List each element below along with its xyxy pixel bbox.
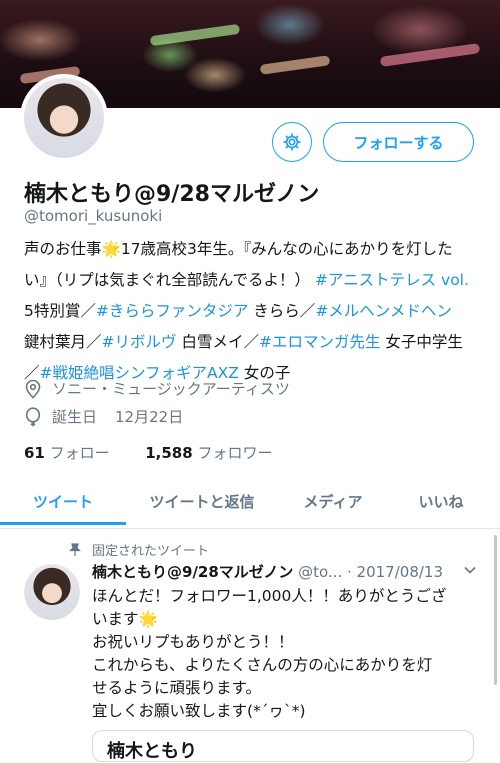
star-icon: 🌟	[138, 610, 158, 628]
profile-bio: 声のお仕事🌟17歳高校3年生。『みんなの心にあかりを灯した い』（リプは気まぐれ…	[24, 234, 484, 389]
profile-location: ソニー・ミュージックアーティスツ	[24, 378, 290, 399]
profile-handle: @tomori_kusunoki	[24, 207, 163, 225]
tweet-header: 楠木ともり@9/28マルゼノン @to... · 2017/08/13	[92, 561, 492, 582]
hashtag-link[interactable]: #きららファンタジア	[96, 302, 249, 320]
following-count: 61	[24, 444, 45, 462]
chevron-down-icon[interactable]	[462, 562, 478, 578]
pinned-label: 固定されたツイート	[92, 544, 210, 559]
profile-avatar[interactable]	[20, 74, 108, 162]
scrollbar[interactable]	[494, 535, 497, 685]
follow-button[interactable]: フォローする	[323, 122, 474, 162]
pin-icon	[69, 542, 81, 556]
hashtag-link[interactable]: #エロマンガ先生	[259, 333, 381, 351]
tab-tweets[interactable]: ツイート	[0, 476, 126, 526]
followers-count: 1,588	[145, 444, 193, 462]
birthday-value: 12月22日	[115, 408, 184, 426]
bio-text: きらら／	[248, 302, 316, 320]
settings-button[interactable]	[272, 122, 312, 162]
bio-text: 5特別賞／	[24, 302, 96, 320]
followers-label: フォロワー	[197, 444, 273, 462]
following-link[interactable]: 61 フォロー	[24, 444, 110, 462]
tweet-line: お祝いリプもありがとう！！	[92, 633, 294, 651]
tweet-author-name[interactable]: 楠木ともり@9/28マルゼノン	[92, 563, 293, 581]
tweet-line: 宜しくお願い致します(*´ヮ`*)	[92, 702, 306, 720]
tab-likes[interactable]: いいね	[388, 476, 494, 526]
birthday-label: 誕生日	[52, 408, 98, 426]
following-label: フォロー	[49, 444, 110, 462]
tweet-line: これからも、よりたくさんの方の心にあかりを灯	[92, 656, 433, 674]
location-pin-icon	[25, 379, 41, 399]
bio-text: 白雪メイ／	[176, 333, 259, 351]
profile-name: 楠木ともり@9/28マルゼノン	[24, 182, 320, 207]
hashtag-link[interactable]: #アニストテレス vol.	[315, 271, 469, 289]
quoted-tweet-author: 楠木ともり	[107, 741, 197, 762]
bio-text: 声のお仕事	[24, 240, 102, 258]
active-tab-indicator	[0, 522, 126, 525]
followers-link[interactable]: 1,588 フォロワー	[145, 444, 272, 462]
bio-text: い』（リプは気まぐれ全部読んでるよ！）	[24, 271, 310, 289]
bio-text: 女子中学生	[380, 333, 463, 351]
gear-icon	[283, 133, 301, 151]
tweet-text: ほんとだ！フォロワー1,000人！！ありがとうござ います🌟 お祝いリプもありが…	[92, 585, 472, 723]
tab-tweets-and-replies[interactable]: ツイートと返信	[126, 476, 278, 526]
tweet-line: せるように頑張ります。	[92, 679, 261, 697]
follow-counts: 61 フォロー 1,588 フォロワー	[24, 442, 272, 463]
tweet-line: います	[92, 610, 139, 628]
hashtag-link[interactable]: #メルヘンメドヘン	[315, 302, 452, 320]
profile-birthday: 誕生日 12月22日	[24, 406, 183, 427]
quoted-tweet-card[interactable]: 楠木ともり	[92, 730, 474, 762]
pinned-indicator: 固定されたツイート	[68, 540, 209, 559]
hashtag-link[interactable]: #リボルヴ	[102, 333, 177, 351]
tweet-date[interactable]: · 2017/08/13	[347, 563, 443, 581]
bio-text: 17歳高校3年生。『みんなの心にあかりを灯した	[120, 240, 453, 258]
star-icon: 🌟	[101, 240, 121, 258]
tab-media[interactable]: メディア	[278, 476, 388, 526]
tweet-line: ほんとだ！フォロワー1,000人！！ありがとうござ	[92, 587, 447, 605]
balloon-icon	[25, 406, 41, 426]
tweet-author-handle[interactable]: @to...	[298, 563, 342, 581]
location-text: ソニー・ミュージックアーティスツ	[52, 380, 290, 398]
bio-text: 鍵村葉月／	[24, 333, 102, 351]
tweet-avatar[interactable]	[24, 564, 80, 620]
